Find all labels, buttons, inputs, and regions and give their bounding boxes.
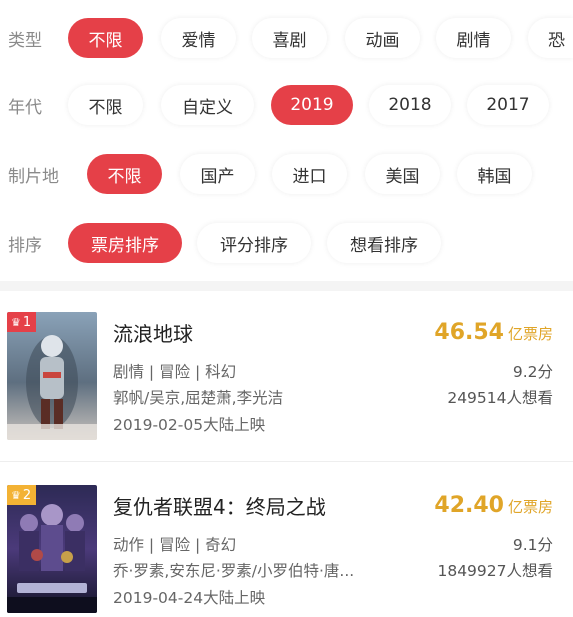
movie-title[interactable]: 流浪地球 bbox=[113, 318, 193, 347]
filter-row-year: 年代 不限 自定义 2019 2018 2017 bbox=[0, 83, 573, 127]
chip-year-custom[interactable]: 自定义 bbox=[161, 85, 254, 125]
filter-row-sort: 排序 票房排序 评分排序 想看排序 bbox=[0, 221, 573, 265]
chip-year-2019[interactable]: 2019 bbox=[271, 85, 353, 125]
rank-badge: ♛ 1 bbox=[7, 312, 37, 332]
chip-sort-rating[interactable]: 评分排序 bbox=[197, 223, 311, 263]
chip-type-romance[interactable]: 爱情 bbox=[161, 18, 236, 58]
chip-type-horror[interactable]: 恐 bbox=[528, 18, 573, 58]
rank-number: 2 bbox=[22, 487, 32, 503]
chip-region-import[interactable]: 进口 bbox=[272, 154, 347, 194]
crown-icon: ♛ bbox=[11, 315, 21, 329]
movie-cast: 乔·罗素,安东尼·罗素/小罗伯特·唐... bbox=[113, 562, 355, 580]
chip-year-2018[interactable]: 2018 bbox=[369, 85, 451, 125]
filter-label-year: 年代 bbox=[8, 97, 42, 118]
chip-year-all[interactable]: 不限 bbox=[68, 85, 143, 125]
box-office: 42.40 亿票房 bbox=[434, 493, 553, 518]
list-divider bbox=[0, 461, 573, 462]
movie-want-count: 249514人想看 bbox=[447, 389, 553, 407]
filter-label-sort: 排序 bbox=[8, 235, 42, 256]
movie-title[interactable]: 复仇者联盟4：终局之战 bbox=[113, 491, 326, 520]
chip-year-2017[interactable]: 2017 bbox=[467, 85, 549, 125]
movie-cast: 郭帆/吴京,屈楚萧,李光洁 bbox=[113, 389, 284, 407]
box-office-unit: 亿票房 bbox=[507, 325, 553, 343]
filter-label-region: 制片地 bbox=[8, 166, 59, 187]
box-office: 46.54 亿票房 bbox=[434, 320, 553, 345]
filter-row-region: 制片地 不限 国产 进口 美国 韩国 bbox=[0, 152, 573, 196]
movie-genres: 动作 | 冒险 | 奇幻 bbox=[113, 536, 237, 554]
box-office-value: 46.54 bbox=[434, 320, 504, 345]
movie-poster[interactable]: ♛ 2 bbox=[7, 485, 97, 613]
box-office-unit: 亿票房 bbox=[507, 498, 553, 516]
movie-item[interactable]: ♛ 2 复仇者联盟4：终局之战 动作 | 冒险 | 奇幻 乔·罗素,安东尼·罗素… bbox=[0, 485, 573, 617]
filter-label-type: 类型 bbox=[8, 30, 42, 51]
chip-sort-boxoffice[interactable]: 票房排序 bbox=[68, 223, 182, 263]
box-office-value: 42.40 bbox=[434, 493, 504, 518]
chip-type-comedy[interactable]: 喜剧 bbox=[252, 18, 327, 58]
chip-region-domestic[interactable]: 国产 bbox=[180, 154, 255, 194]
rank-number: 1 bbox=[22, 314, 32, 330]
movie-poster[interactable]: ♛ 1 bbox=[7, 312, 97, 440]
movie-item[interactable]: ♛ 1 流浪地球 剧情 | 冒险 | 科幻 郭帆/吴京,屈楚萧,李光洁 2019… bbox=[0, 312, 573, 462]
rank-badge: ♛ 2 bbox=[7, 485, 37, 505]
chip-region-all[interactable]: 不限 bbox=[87, 154, 162, 194]
chip-type-all[interactable]: 不限 bbox=[68, 18, 143, 58]
movie-score: 9.2分 bbox=[512, 363, 553, 381]
movie-release-date: 2019-02-05大陆上映 bbox=[113, 416, 266, 434]
chip-type-animation[interactable]: 动画 bbox=[345, 18, 420, 58]
crown-icon: ♛ bbox=[11, 488, 21, 502]
filter-row-type: 类型 不限 爱情 喜剧 动画 剧情 恐 bbox=[0, 16, 573, 60]
chip-region-usa[interactable]: 美国 bbox=[365, 154, 440, 194]
filter-panel: 类型 不限 爱情 喜剧 动画 剧情 恐 年代 不限 自定义 2019 2018 … bbox=[0, 0, 573, 280]
movie-genres: 剧情 | 冒险 | 科幻 bbox=[113, 363, 237, 381]
movie-score: 9.1分 bbox=[512, 536, 553, 554]
chip-type-drama[interactable]: 剧情 bbox=[436, 18, 511, 58]
chip-sort-want[interactable]: 想看排序 bbox=[327, 223, 441, 263]
chip-region-korea[interactable]: 韩国 bbox=[457, 154, 532, 194]
movie-release-date: 2019-04-24大陆上映 bbox=[113, 589, 266, 607]
movie-want-count: 1849927人想看 bbox=[437, 562, 553, 580]
section-divider bbox=[0, 281, 573, 291]
